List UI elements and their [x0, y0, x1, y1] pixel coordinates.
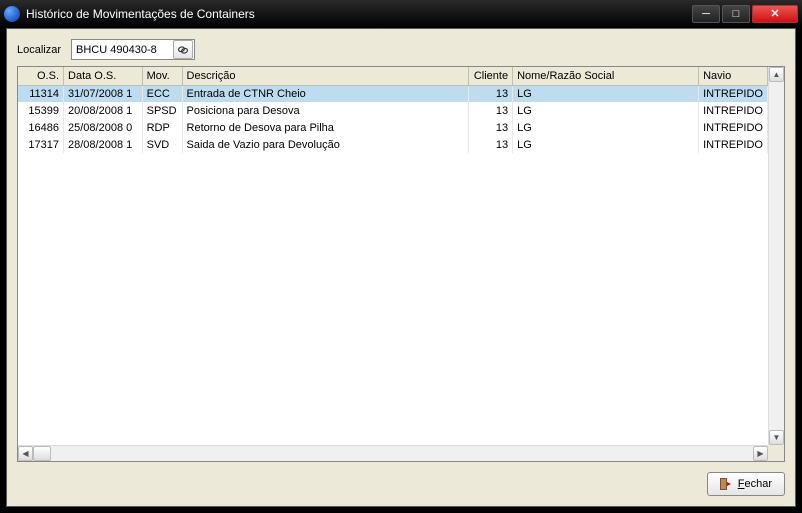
close-window-button[interactable]: ✕: [752, 5, 798, 23]
cell: 13: [469, 102, 513, 119]
search-field-wrap: [71, 39, 195, 60]
table-row[interactable]: 1648625/08/2008 0RDPRetorno de Desova pa…: [18, 119, 768, 136]
cell: 16486: [18, 119, 64, 136]
vertical-scrollbar[interactable]: ▲ ▼: [768, 67, 784, 445]
cell: Entrada de CTNR Cheio: [182, 85, 469, 102]
window-controls: ─ □ ✕: [692, 5, 798, 23]
app-icon: [4, 6, 20, 22]
col-header-mov[interactable]: Mov.: [142, 67, 182, 85]
cell: LG: [513, 102, 699, 119]
search-icon: [177, 44, 189, 56]
cell: 31/07/2008 1: [64, 85, 143, 102]
minimize-icon: ─: [702, 9, 710, 20]
minimize-button[interactable]: ─: [692, 5, 720, 23]
cell: Saida de Vazio para Devolução: [182, 136, 469, 153]
scroll-down-button[interactable]: ▼: [769, 430, 784, 445]
cell: 13: [469, 136, 513, 153]
client-area: Localizar O.S.: [6, 28, 796, 507]
col-header-os[interactable]: O.S.: [18, 67, 64, 85]
fechar-label: Fechar: [738, 478, 772, 490]
grid-viewport: O.S. Data O.S. Mov. Descrição Cliente No…: [18, 67, 768, 445]
cell: 20/08/2008 1: [64, 102, 143, 119]
movements-table: O.S. Data O.S. Mov. Descrição Cliente No…: [18, 67, 768, 153]
cell: RDP: [142, 119, 182, 136]
cell: 25/08/2008 0: [64, 119, 143, 136]
cell: INTREPIDO: [699, 102, 768, 119]
search-toolbar: Localizar: [17, 39, 785, 60]
cell: Retorno de Desova para Pilha: [182, 119, 469, 136]
door-exit-icon: [720, 478, 732, 490]
search-button[interactable]: [173, 40, 193, 59]
data-grid[interactable]: O.S. Data O.S. Mov. Descrição Cliente No…: [17, 66, 785, 462]
table-row[interactable]: 1539920/08/2008 1SPSDPosiciona para Deso…: [18, 102, 768, 119]
cell: INTREPIDO: [699, 85, 768, 102]
scrollbar-corner: [768, 445, 784, 461]
maximize-icon: □: [733, 9, 740, 20]
titlebar[interactable]: Histórico de Movimentações de Containers…: [0, 0, 802, 28]
window-title: Histórico de Movimentações de Containers: [26, 7, 692, 21]
window: Histórico de Movimentações de Containers…: [0, 0, 802, 513]
vscroll-track[interactable]: [769, 82, 784, 430]
col-header-nome[interactable]: Nome/Razão Social: [513, 67, 699, 85]
scroll-right-button[interactable]: ▶: [753, 446, 768, 461]
col-header-cliente[interactable]: Cliente: [469, 67, 513, 85]
scroll-left-button[interactable]: ◀: [18, 446, 33, 461]
cell: 13: [469, 119, 513, 136]
hscroll-thumb[interactable]: [33, 446, 51, 461]
cell: 11314: [18, 85, 64, 102]
search-input[interactable]: [72, 42, 172, 58]
cell: 28/08/2008 1: [64, 136, 143, 153]
cell: 13: [469, 85, 513, 102]
button-bar: Fechar: [17, 462, 785, 496]
localizar-label: Localizar: [17, 44, 61, 56]
cell: LG: [513, 85, 699, 102]
col-header-data[interactable]: Data O.S.: [64, 67, 143, 85]
cell: 15399: [18, 102, 64, 119]
horizontal-scrollbar[interactable]: ◀ ▶: [18, 445, 768, 461]
fechar-button[interactable]: Fechar: [707, 472, 785, 496]
col-header-navio[interactable]: Navio: [699, 67, 768, 85]
maximize-button[interactable]: □: [722, 5, 750, 23]
cell: LG: [513, 119, 699, 136]
cell: INTREPIDO: [699, 136, 768, 153]
cell: SVD: [142, 136, 182, 153]
table-row[interactable]: 1731728/08/2008 1SVDSaida de Vazio para …: [18, 136, 768, 153]
cell: INTREPIDO: [699, 119, 768, 136]
cell: 17317: [18, 136, 64, 153]
close-icon: ✕: [770, 9, 779, 20]
cell: SPSD: [142, 102, 182, 119]
cell: LG: [513, 136, 699, 153]
cell: Posiciona para Desova: [182, 102, 469, 119]
scroll-up-button[interactable]: ▲: [769, 67, 784, 82]
cell: ECC: [142, 85, 182, 102]
hscroll-track[interactable]: [33, 446, 753, 461]
col-header-descricao[interactable]: Descrição: [182, 67, 469, 85]
table-row[interactable]: 1131431/07/2008 1ECCEntrada de CTNR Chei…: [18, 85, 768, 102]
